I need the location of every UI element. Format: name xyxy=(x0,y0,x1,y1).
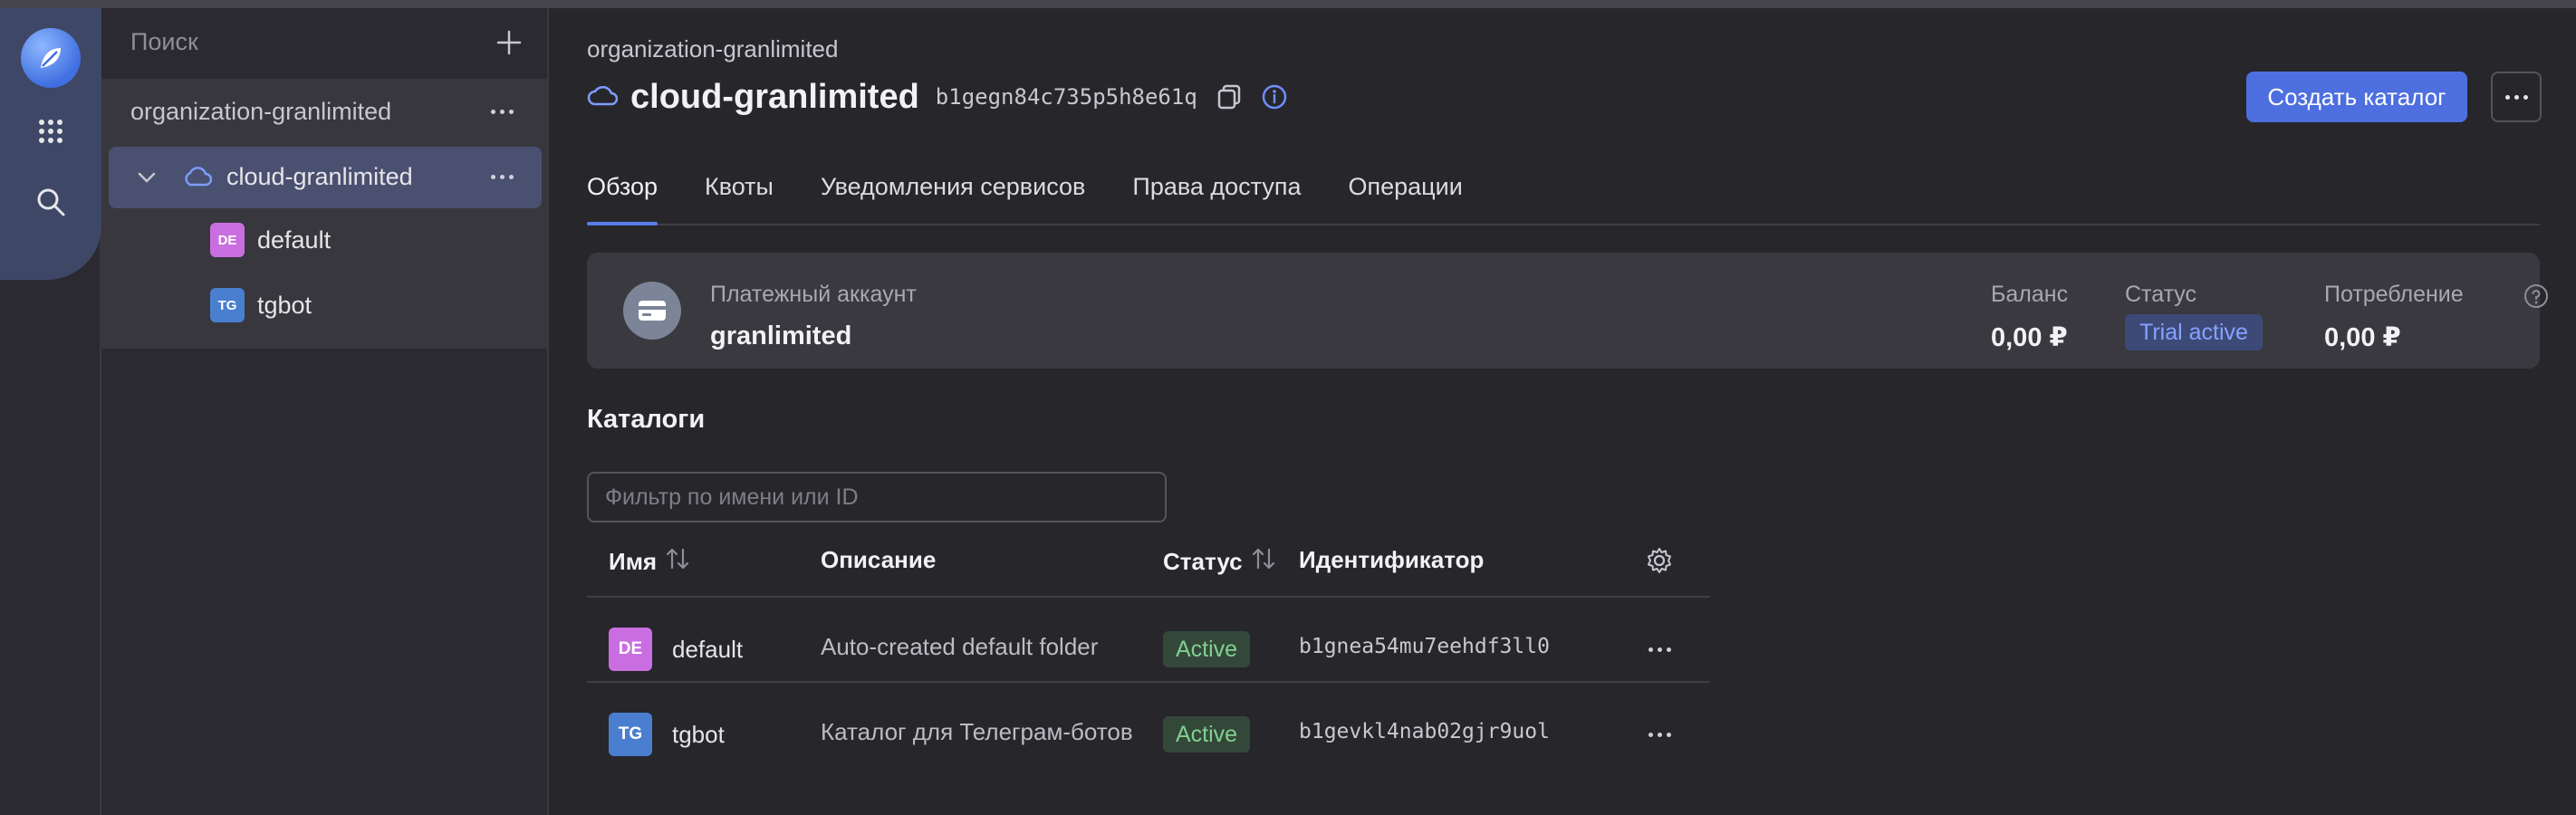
tree-item-folder[interactable]: DE default xyxy=(210,209,331,271)
billing-account-card[interactable]: Платежный аккаунт granlimited Баланс 0,0… xyxy=(587,253,2548,369)
sidebar-search[interactable]: Поиск xyxy=(101,8,547,81)
copy-icon[interactable] xyxy=(1216,83,1243,110)
cloud-icon xyxy=(183,165,213,193)
more-icon xyxy=(2504,94,2528,100)
consumption-value: 0,00 ₽ xyxy=(2324,323,2401,352)
table-divider xyxy=(587,596,1710,598)
organization-label: organization-granlimited xyxy=(130,97,392,125)
catalogs-title: Каталоги xyxy=(587,405,706,434)
breadcrumb[interactable]: organization-granlimited xyxy=(587,35,838,63)
cloud-label: cloud-granlimited xyxy=(226,163,413,190)
settings-gear-icon[interactable] xyxy=(1645,546,1674,580)
folder-description: Auto-created default folder xyxy=(821,633,1099,660)
folder-avatar: DE xyxy=(609,628,652,671)
window-top-border xyxy=(0,0,2576,8)
cloud-icon xyxy=(587,82,619,112)
services-grid-icon[interactable] xyxy=(25,106,76,157)
balance-value: 0,00 ₽ xyxy=(1991,323,2068,352)
status-badge: Active xyxy=(1163,631,1251,667)
add-icon[interactable] xyxy=(491,24,527,61)
sidebar-search-placeholder[interactable]: Поиск xyxy=(130,28,198,56)
folder-description: Каталог для Телеграм-ботов xyxy=(821,718,1133,745)
filter-input[interactable]: Фильтр по имени или ID xyxy=(587,472,1167,523)
main-content: organization-granlimited cloud-granlimit… xyxy=(549,8,2576,815)
folder-avatar: DE xyxy=(210,223,245,257)
sort-icon[interactable] xyxy=(664,546,691,578)
tab-operations[interactable]: Операции xyxy=(1348,157,1462,224)
folder-id: b1gevkl4nab02gjr9uol xyxy=(1299,720,1550,743)
tab-notifications[interactable]: Уведомления сервисов xyxy=(821,157,1085,224)
column-name-label: Имя xyxy=(609,548,658,575)
folder-label: tgbot xyxy=(257,291,312,319)
resource-tree-sidebar: Поиск organization-granlimited cloud-gra… xyxy=(101,8,549,815)
billing-account-name[interactable]: granlimited xyxy=(710,321,851,351)
table-divider xyxy=(587,681,1710,683)
status-badge: Active xyxy=(1163,716,1251,753)
folder-label: default xyxy=(257,225,332,254)
tab-bar: Обзор Квоты Уведомления сервисов Права д… xyxy=(587,157,2540,225)
yandex-cloud-logo[interactable] xyxy=(21,28,81,88)
tree-item-cloud[interactable]: cloud-granlimited xyxy=(109,147,542,208)
more-icon[interactable] xyxy=(491,175,514,179)
more-icon[interactable] xyxy=(1648,733,1671,737)
info-icon[interactable] xyxy=(1261,83,1288,110)
tree-item-folder[interactable]: TG tgbot xyxy=(210,274,312,336)
column-header-description: Описание xyxy=(821,546,937,573)
folder-name[interactable]: default xyxy=(672,636,743,664)
column-header-name[interactable]: Имя xyxy=(609,546,691,578)
resource-tree: organization-granlimited cloud-granlimit… xyxy=(101,81,547,349)
create-folder-button[interactable]: Создать каталог xyxy=(2246,72,2467,122)
page-header: cloud-granlimited b1gegn84c735p5h8e61q xyxy=(587,73,1288,120)
help-icon[interactable] xyxy=(2523,283,2549,313)
cloud-id: b1gegn84c735p5h8e61q xyxy=(935,84,1197,110)
status-label: Статус xyxy=(2125,282,2197,307)
column-header-status[interactable]: Статус xyxy=(1163,546,1277,578)
more-icon[interactable] xyxy=(491,109,514,114)
status-badge: Trial active xyxy=(2125,314,2263,350)
tree-item-organization[interactable]: organization-granlimited xyxy=(130,81,529,142)
tab-overview[interactable]: Обзор xyxy=(587,157,658,225)
credit-card-icon xyxy=(623,282,681,340)
tab-quotas[interactable]: Квоты xyxy=(705,157,774,224)
page-title: cloud-granlimited xyxy=(630,77,919,116)
tab-access[interactable]: Права доступа xyxy=(1132,157,1301,224)
more-icon[interactable] xyxy=(1648,647,1671,652)
folder-name[interactable]: tgbot xyxy=(672,721,725,749)
balance-label: Баланс xyxy=(1991,282,2069,307)
billing-account-label: Платежный аккаунт xyxy=(710,282,917,307)
column-status-label: Статус xyxy=(1163,548,1243,575)
table-row[interactable]: DE default xyxy=(609,628,743,671)
folder-id: b1gnea54mu7eehdf3ll0 xyxy=(1299,635,1550,658)
more-actions-button[interactable] xyxy=(2491,72,2542,122)
left-navigation xyxy=(0,8,101,815)
folder-avatar: TG xyxy=(210,288,245,322)
chevron-down-icon[interactable] xyxy=(136,167,158,193)
table-row[interactable]: TG tgbot xyxy=(609,713,725,756)
column-header-id: Идентификатор xyxy=(1299,546,1485,573)
folder-avatar: TG xyxy=(609,713,652,756)
consumption-label: Потребление xyxy=(2324,282,2464,307)
search-icon[interactable] xyxy=(25,177,76,227)
sort-icon[interactable] xyxy=(1250,546,1277,578)
